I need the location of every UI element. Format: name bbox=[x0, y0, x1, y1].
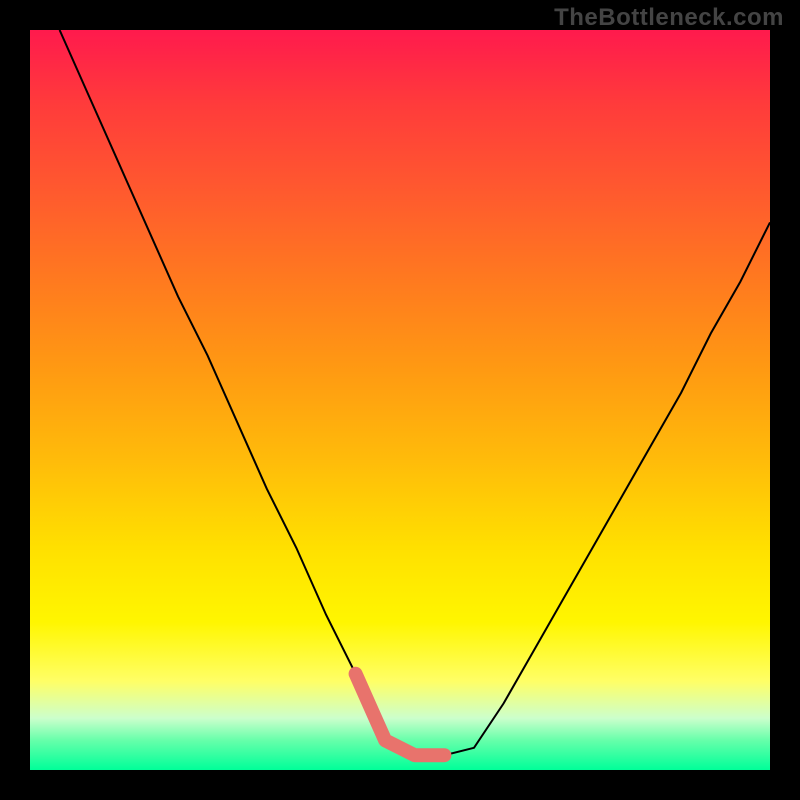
watermark-label: TheBottleneck.com bbox=[554, 4, 784, 32]
optimal-range-highlight bbox=[356, 674, 445, 755]
chart-frame: TheBottleneck.com bbox=[0, 0, 800, 800]
bottleneck-curve bbox=[60, 30, 770, 755]
plot-area bbox=[30, 30, 770, 770]
chart-svg bbox=[30, 30, 770, 770]
